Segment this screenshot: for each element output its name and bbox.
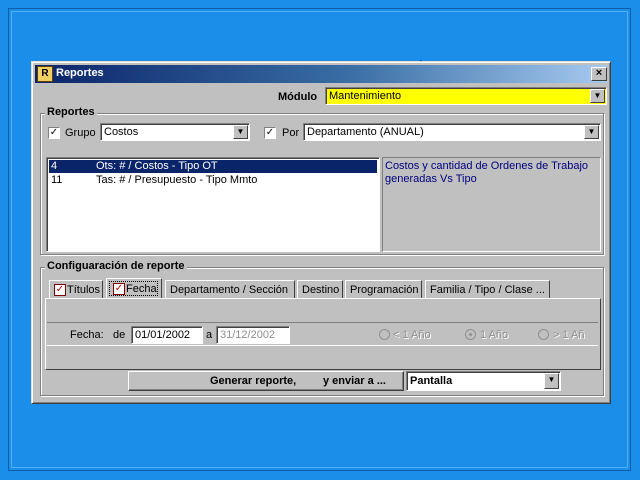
por-dropdown-button[interactable]: ▼: [584, 125, 599, 139]
grupo-select[interactable]: Costos ▼: [100, 123, 250, 141]
fecha-to-input[interactable]: 31/12/2002: [216, 326, 290, 344]
generar-label-2: y enviar a ...: [323, 375, 386, 387]
reportes-list[interactable]: 4 Ots: # / Costos - Tipo OT 11 Tas: # / …: [46, 157, 380, 252]
range-1-label: 1 Año: [480, 329, 509, 341]
grupo-value: Costos: [104, 126, 139, 138]
por-value: Departamento (ANUAL): [307, 126, 424, 138]
fecha-de-label: de: [113, 329, 126, 341]
titulos-tab-checkbox[interactable]: ✓: [54, 284, 66, 296]
check-icon: ✓: [49, 127, 59, 138]
range-gt1-label: > 1 Añ: [553, 329, 585, 341]
modulo-dropdown-button[interactable]: ▼: [590, 89, 605, 103]
tab-label: Programación: [350, 284, 419, 296]
chevron-down-icon: ▼: [593, 91, 602, 100]
list-item-text: Ots: # / Costos - Tipo OT: [96, 160, 218, 172]
tab-page-fecha: Fecha: de 01/01/2002 a 31/12/2002 < 1 Añ…: [45, 298, 601, 370]
tab-destino[interactable]: Destino: [297, 280, 343, 298]
tab-titulos[interactable]: ✓ Títulos: [49, 280, 103, 298]
destino-value: Pantalla: [410, 375, 453, 387]
generar-label-1: Generar reporte,: [210, 375, 297, 387]
list-item[interactable]: 11 Tas: # / Presupuesto - Tipo Mmto: [49, 174, 377, 187]
close-button[interactable]: ×: [591, 67, 607, 81]
tab-programacion[interactable]: Programación: [345, 280, 422, 298]
por-select[interactable]: Departamento (ANUAL) ▼: [303, 123, 601, 141]
por-checkbox[interactable]: ✓: [264, 127, 276, 139]
destino-select[interactable]: Pantalla ▼: [406, 371, 561, 391]
modulo-value: Mantenimiento: [329, 90, 402, 102]
tab-label: Fecha: [126, 283, 157, 295]
fecha-label: Fecha:: [70, 329, 104, 341]
reportes-window: R Reportes × Módulo Mantenimiento ▼ Repo…: [31, 61, 611, 404]
report-description-text: Costos y cantidad de Ordenes de Trabajo …: [385, 160, 589, 185]
check-icon: ✓: [265, 127, 275, 138]
fecha-a-label: a: [206, 329, 213, 341]
fecha-from-value: 01/01/2002: [135, 329, 191, 341]
tab-label: Títulos: [67, 284, 101, 296]
title-bar[interactable]: R Reportes ×: [35, 65, 607, 83]
list-item-id: 4: [51, 160, 58, 172]
list-item-id: 11: [51, 174, 63, 186]
tab-departamento[interactable]: Departamento / Sección: [165, 280, 295, 298]
fecha-panel: Fecha: de 01/01/2002 a 31/12/2002 < 1 Añ…: [47, 322, 598, 346]
reportes-group-title: Reportes: [45, 106, 97, 118]
config-group-title: Configuaración de reporte: [45, 260, 187, 272]
fecha-tab-checkbox[interactable]: ✓: [113, 283, 125, 295]
chevron-down-icon: ▼: [587, 127, 596, 136]
tab-label: Destino: [302, 284, 340, 296]
range-gt1-radio[interactable]: [538, 329, 549, 340]
list-item[interactable]: 4 Ots: # / Costos - Tipo OT: [49, 160, 377, 173]
destino-dropdown-button[interactable]: ▼: [544, 373, 559, 389]
tab-label: Departamento / Sección: [170, 284, 289, 296]
fecha-from-input[interactable]: 01/01/2002: [131, 326, 203, 344]
chevron-down-icon: ▼: [236, 127, 245, 136]
range-1-radio[interactable]: [465, 329, 476, 340]
window-title: Reportes: [56, 67, 104, 79]
modulo-select[interactable]: Mantenimiento ▼: [325, 87, 607, 105]
list-item-text: Tas: # / Presupuesto - Tipo Mmto: [96, 174, 258, 186]
fecha-to-value: 31/12/2002: [220, 329, 276, 341]
check-icon: ✓: [55, 284, 65, 295]
chevron-down-icon: ▼: [547, 375, 556, 384]
app-icon: R: [37, 66, 53, 82]
range-lt1-radio[interactable]: [379, 329, 390, 340]
tab-familia[interactable]: Familia / Tipo / Clase ...: [425, 280, 550, 298]
close-icon: ×: [595, 67, 603, 79]
tab-label: Familia / Tipo / Clase ...: [430, 284, 545, 296]
generar-reporte-button[interactable]: Generar reporte, y enviar a ...: [128, 371, 404, 391]
tab-strip: ✓ Títulos ✓ Fecha Departamento / Sección…: [49, 278, 589, 299]
modulo-label: Módulo: [278, 91, 318, 103]
grupo-dropdown-button[interactable]: ▼: [233, 125, 248, 139]
grupo-label: Grupo: [65, 127, 96, 139]
por-label: Por: [282, 127, 300, 139]
range-lt1-label: < 1 Año: [393, 329, 431, 341]
tab-fecha[interactable]: ✓ Fecha: [106, 278, 162, 299]
check-icon: ✓: [114, 283, 124, 294]
report-description: Costos y cantidad de Ordenes de Trabajo …: [382, 157, 601, 252]
grupo-checkbox[interactable]: ✓: [48, 127, 60, 139]
